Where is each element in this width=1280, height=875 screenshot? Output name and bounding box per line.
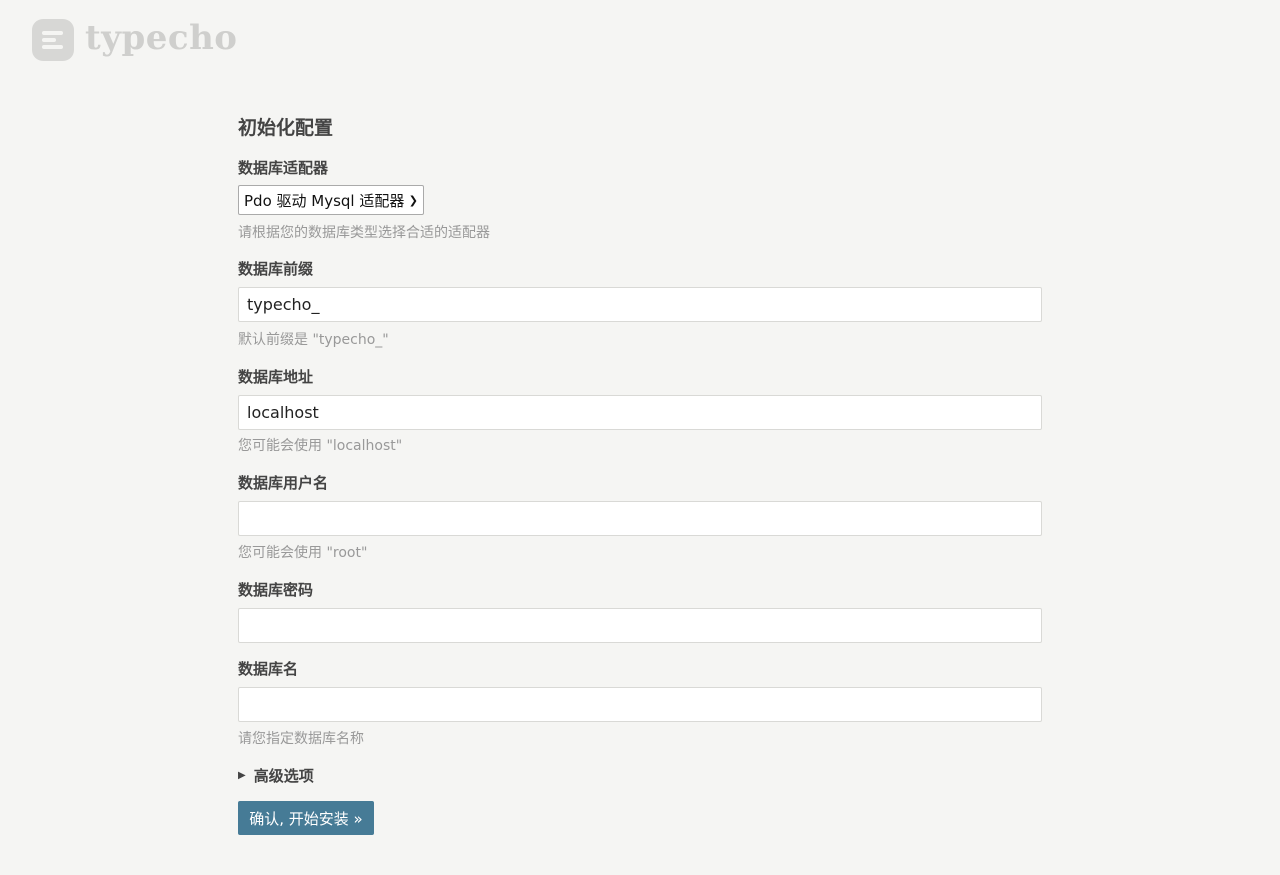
host-label: 数据库地址	[238, 368, 314, 386]
adapter-label: 数据库适配器	[238, 159, 329, 177]
brand-logo: typecho	[32, 18, 238, 61]
install-form: 初始化配置 数据库适配器 Pdo 驱动 Mysql 适配器 ❯ 请根据您的数据库…	[238, 113, 1042, 835]
advanced-options-label: 高级选项	[253, 767, 314, 785]
dbname-label: 数据库名	[238, 660, 299, 678]
password-label: 数据库密码	[238, 581, 314, 599]
dbname-input[interactable]	[238, 687, 1042, 722]
password-input[interactable]	[238, 608, 1042, 643]
host-input[interactable]: localhost	[238, 395, 1042, 430]
dbname-description: 请您指定数据库名称	[238, 731, 364, 747]
page-title: 初始化配置	[238, 117, 334, 139]
chevron-down-icon: ❯	[408, 193, 418, 207]
user-label: 数据库用户名	[238, 474, 329, 492]
advanced-options-toggle[interactable]: ▶ 高级选项	[238, 765, 314, 786]
prefix-input[interactable]: typecho_	[238, 287, 1042, 322]
adapter-description: 请根据您的数据库类型选择合适的适配器	[238, 225, 490, 241]
user-input[interactable]	[238, 501, 1042, 536]
host-description: 您可能会使用 "localhost"	[238, 438, 403, 454]
adapter-selected-value: Pdo 驱动 Mysql 适配器	[244, 191, 405, 210]
adapter-select[interactable]: Pdo 驱动 Mysql 适配器 ❯	[238, 185, 424, 215]
brand-name: typecho	[85, 18, 238, 58]
prefix-label: 数据库前缀	[238, 260, 314, 278]
install-submit-button[interactable]: 确认, 开始安装 »	[238, 801, 374, 835]
triangle-right-icon: ▶	[238, 770, 246, 781]
user-description: 您可能会使用 "root"	[238, 545, 368, 561]
typecho-logo-icon	[32, 19, 74, 61]
prefix-description: 默认前缀是 "typecho_"	[238, 332, 389, 348]
